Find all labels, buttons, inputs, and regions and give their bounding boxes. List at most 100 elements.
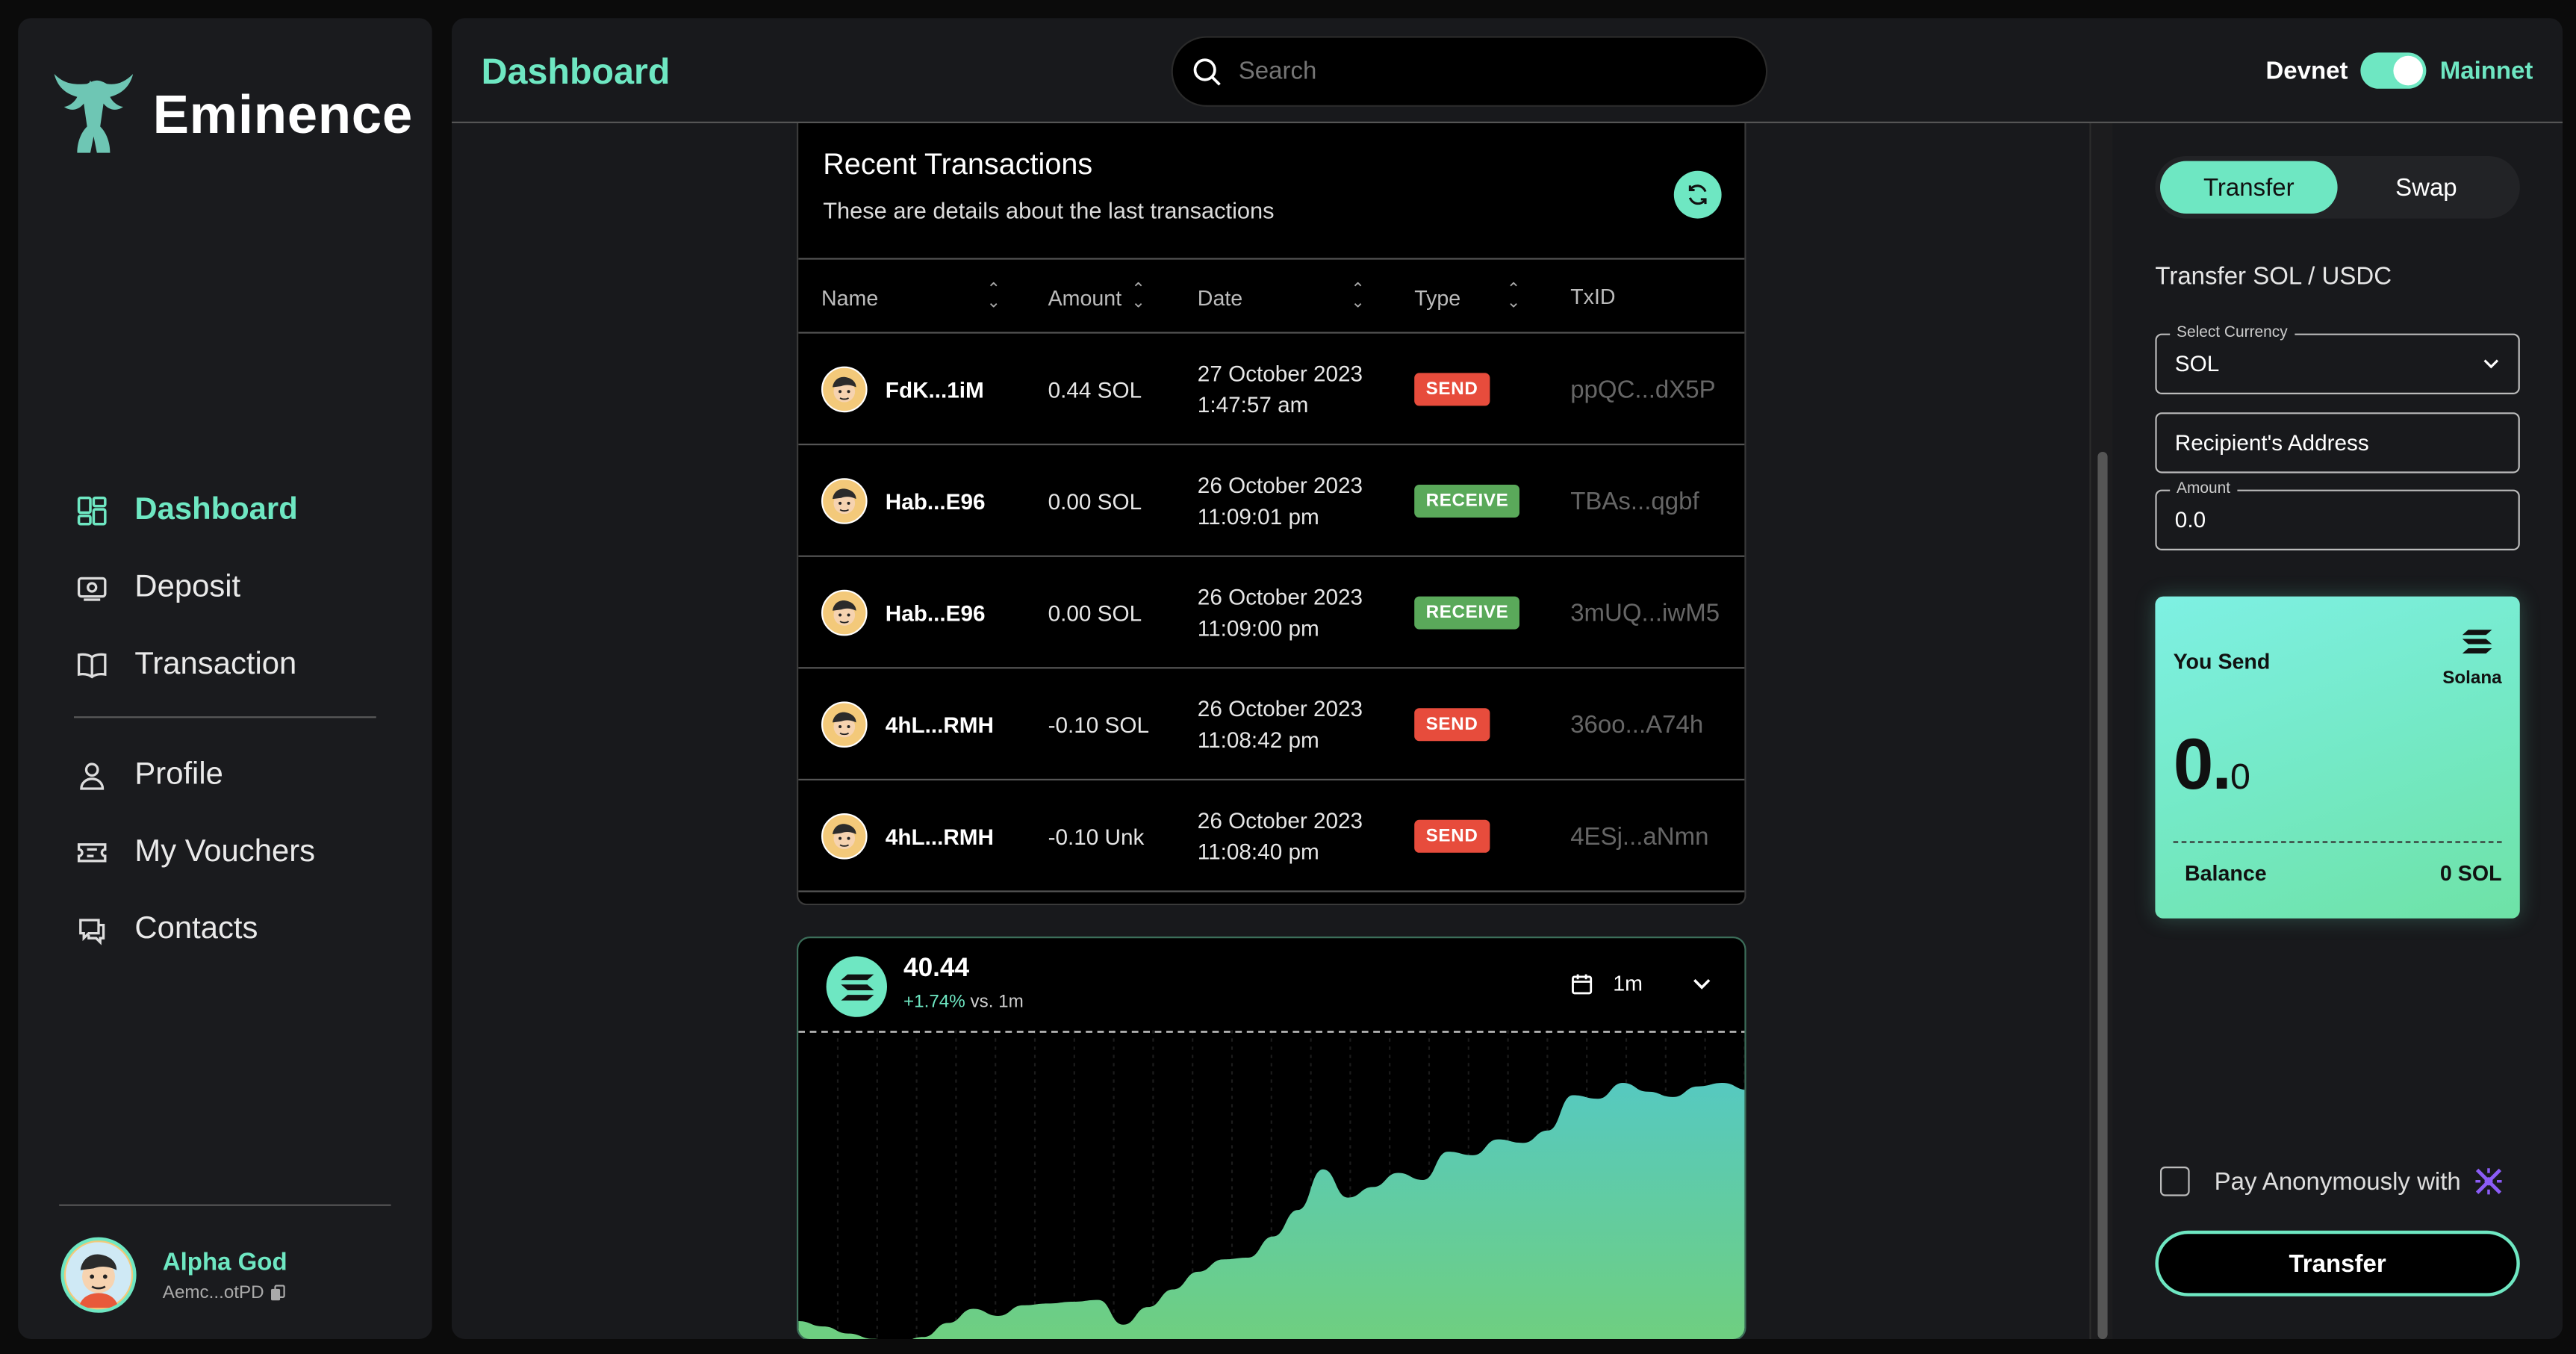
avatar — [821, 367, 868, 413]
tx-id-link[interactable]: TBAs...qgbf — [1570, 445, 1699, 557]
amount-label: Amount — [2170, 479, 2237, 497]
amount-field[interactable]: Amount 0.0 — [2155, 490, 2519, 550]
column-amount[interactable]: Amount⌃⌄ — [1048, 285, 1145, 311]
date-cell: 26 October 202311:08:40 pm — [1198, 780, 1363, 892]
tab-swap[interactable]: Swap — [2338, 161, 2516, 214]
book-icon — [74, 647, 110, 683]
type-cell: SEND — [1414, 668, 1490, 780]
period-selector[interactable]: 1m — [1570, 971, 1711, 996]
brand[interactable]: Eminence — [48, 67, 413, 163]
status-badge: RECEIVE — [1414, 485, 1520, 518]
tx-id-link[interactable]: ppQC...dX5P — [1570, 334, 1715, 446]
transfer-button[interactable]: Transfer — [2155, 1231, 2519, 1296]
column-name[interactable]: Name⌃⌄ — [821, 285, 1001, 311]
column-label: Date — [1198, 285, 1242, 310]
recipient-address-field[interactable]: Recipient's Address — [2155, 412, 2519, 473]
tx-amount: 0.00 SOL — [1048, 557, 1142, 669]
tab-transfer[interactable]: Transfer — [2160, 161, 2338, 214]
scrollbar[interactable] — [2089, 123, 2112, 1339]
tx-id-link[interactable]: 4ESj...aNmn — [1570, 780, 1708, 892]
refresh-icon — [1685, 182, 1710, 207]
sidebar-item-deposit[interactable]: Deposit — [74, 549, 402, 626]
transactions-title: Recent Transactions — [823, 148, 1092, 182]
sidebar-item-label: Transaction — [134, 647, 296, 683]
avatar — [60, 1237, 136, 1313]
balance-label: Balance — [2185, 861, 2267, 886]
search-bar[interactable] — [1172, 36, 1768, 107]
column-txid[interactable]: TxID — [1570, 285, 1615, 309]
tx-amount: -0.10 SOL — [1048, 668, 1149, 780]
anonymous-checkbox[interactable] — [2160, 1167, 2190, 1196]
chat-icon — [74, 911, 110, 947]
user-profile-card[interactable]: Alpha God Aemc...otPD — [60, 1237, 287, 1313]
name-cell: 4hL...RMH — [821, 780, 994, 892]
type-cell: SEND — [1414, 780, 1490, 892]
search-icon — [1192, 57, 1222, 87]
search-input[interactable] — [1239, 58, 1699, 85]
refresh-button[interactable] — [1674, 171, 1722, 219]
tx-id-link[interactable]: 36oo...A74h — [1570, 668, 1703, 780]
date-cell: 26 October 202311:09:00 pm — [1198, 557, 1363, 669]
price-area-chart — [798, 1030, 1746, 1339]
you-send-label: You Send — [2174, 649, 2271, 674]
price-chart-card: 40.44 +1.74% vs. 1m 1m — [797, 937, 1746, 1339]
currency-select[interactable]: Select Currency SOL — [2155, 334, 2519, 394]
sidebar-item-contacts[interactable]: Contacts — [74, 890, 402, 967]
avatar — [821, 590, 868, 636]
sidebar-item-transaction[interactable]: Transaction — [74, 626, 402, 703]
send-amount-dec: 0 — [2230, 756, 2249, 797]
anonymous-label: Pay Anonymously with — [2215, 1167, 2461, 1195]
status-badge: SEND — [1414, 373, 1490, 406]
column-type[interactable]: Type⌃⌄ — [1414, 285, 1520, 311]
tx-id-link[interactable]: 3mUQ...iwM5 — [1570, 557, 1720, 669]
pay-anonymously-option[interactable]: Pay Anonymously with — [2160, 1165, 2505, 1198]
dashed-divider — [2174, 841, 2502, 842]
name-cell: Hab...E96 — [821, 445, 986, 557]
tx-name: FdK...1iM — [886, 377, 984, 402]
sort-icon: ⌃⌄ — [1351, 285, 1364, 311]
tx-date: 26 October 2023 — [1198, 693, 1363, 724]
main-panel: Dashboard Devnet Mainnet Recent Transact… — [452, 18, 2563, 1339]
transfer-swap-toggle: Transfer Swap — [2155, 156, 2519, 219]
app-window: Eminence Dashboard Deposit Transaction — [0, 0, 2576, 1354]
name-cell: FdK...1iM — [821, 334, 984, 446]
sidebar-item-profile[interactable]: Profile — [74, 736, 402, 813]
column-label: Name — [821, 285, 878, 310]
sidebar-item-my-vouchers[interactable]: My Vouchers — [74, 813, 402, 890]
tx-time: 11:09:01 pm — [1198, 501, 1319, 532]
dashboard-icon — [74, 492, 110, 528]
column-label: TxID — [1570, 285, 1615, 309]
status-badge: SEND — [1414, 708, 1490, 741]
table-row[interactable]: Hab...E960.00 SOL26 October 202311:09:01… — [798, 445, 1744, 557]
price-value: 40.44 — [903, 954, 969, 984]
network-mainnet-label: Mainnet — [2440, 57, 2533, 84]
table-row[interactable]: FdK...1iM0.44 SOL27 October 20231:47:57 … — [798, 334, 1744, 446]
tx-name: Hab...E96 — [886, 489, 986, 514]
scrollbar-thumb[interactable] — [2097, 452, 2107, 1339]
sidebar-item-dashboard[interactable]: Dashboard — [74, 471, 402, 548]
transactions-subtitle: These are details about the last transac… — [823, 197, 1274, 223]
you-send-card: You Send Solana 0.0 Balance 0 SOL — [2155, 597, 2519, 919]
send-amount: 0.0 — [2174, 724, 2249, 807]
tx-date: 27 October 2023 — [1198, 358, 1363, 390]
table-row[interactable]: 4hL...RMH-0.10 SOL26 October 202311:08:4… — [798, 668, 1744, 780]
coin-name: Solana — [2442, 668, 2501, 688]
user-icon — [74, 757, 110, 792]
avatar — [821, 701, 868, 748]
column-date[interactable]: Date ⌃⌄ — [1198, 285, 1365, 311]
type-cell: SEND — [1414, 334, 1490, 446]
table-row[interactable]: Hab...E960.00 SOL26 October 202311:09:00… — [798, 557, 1744, 669]
chevron-down-icon — [1692, 977, 1711, 990]
transfer-panel: Transfer Swap Transfer SOL / USDC Select… — [2132, 123, 2563, 1339]
transfer-heading: Transfer SOL / USDC — [2155, 263, 2392, 291]
copy-icon[interactable] — [269, 1284, 285, 1300]
column-label: Type — [1414, 285, 1460, 310]
avatar — [821, 813, 868, 860]
tx-name: 4hL...RMH — [886, 824, 994, 848]
network-toggle[interactable] — [2361, 52, 2427, 88]
network-devnet-label: Devnet — [2265, 57, 2348, 84]
brand-name: Eminence — [153, 84, 413, 146]
table-header: Name⌃⌄ Amount⌃⌄ Date⌃⌄ Type⌃⌄ TxID — [798, 260, 1744, 334]
sort-icon: ⌃⌄ — [1131, 285, 1145, 311]
table-row[interactable]: 4hL...RMH-0.10 Unk26 October 202311:08:4… — [798, 780, 1744, 892]
